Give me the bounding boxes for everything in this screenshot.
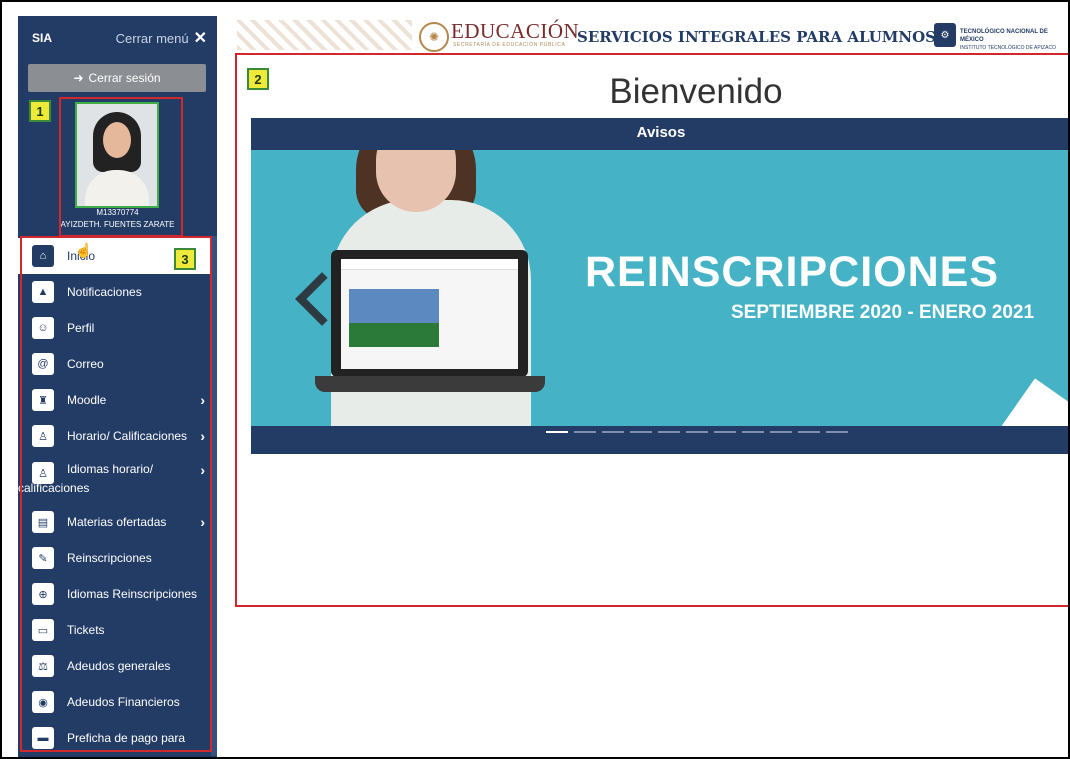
tecnm-line1: TECNOLÓGICO NACIONAL DE MÉXICO	[960, 29, 1048, 43]
annotation-badge-2: 2	[247, 68, 269, 90]
tecnm-logo-text: TECNOLÓGICO NACIONAL DE MÉXICO INSTITUTO…	[960, 28, 1068, 52]
brand-label: SIA	[32, 31, 53, 45]
sidebar-top: SIA Cerrar menú ✕	[18, 16, 217, 60]
close-menu-label: Cerrar menú	[115, 30, 189, 46]
edu-logo-text: EDUCACIÓN	[451, 19, 580, 43]
annotation-badge-1: 1	[29, 100, 51, 122]
hand-cursor-icon: ☝	[75, 242, 93, 258]
header: ✺ EDUCACIÓN SECRETARÍA DE EDUCACIÓN PÚBL…	[217, 16, 1068, 54]
close-icon: ✕	[193, 30, 207, 47]
annotation-badge-3: 3	[174, 248, 196, 270]
annotation-box-profile	[59, 97, 183, 237]
app-frame: SIA Cerrar menú ✕ ➜ Cerrar sesión M13370…	[0, 0, 1070, 759]
tecnm-line2: INSTITUTO TECNOLÓGICO DE APIZACO	[960, 45, 1056, 51]
annotation-box-menu	[20, 236, 212, 752]
logout-button[interactable]: ➜ Cerrar sesión	[28, 64, 206, 92]
sep-seal-icon: ✺	[419, 22, 449, 52]
edu-logo-subtitle: SECRETARÍA DE EDUCACIÓN PÚBLICA	[453, 42, 566, 48]
page-title: SERVICIOS INTEGRALES PARA ALUMNOS	[577, 28, 937, 46]
close-menu-button[interactable]: Cerrar menú ✕	[116, 28, 207, 48]
ornament-pattern	[237, 20, 412, 50]
tecnm-logo-icon: ⚙	[934, 23, 956, 47]
annotation-box-main	[235, 53, 1068, 607]
sign-out-icon: ➜	[73, 71, 84, 85]
logout-label: Cerrar sesión	[88, 71, 161, 85]
